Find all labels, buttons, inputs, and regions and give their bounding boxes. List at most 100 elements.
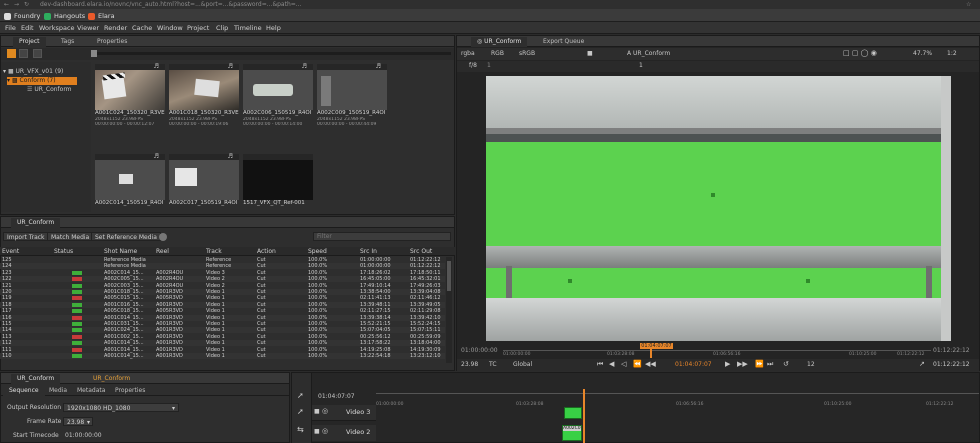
- col-src-out[interactable]: Src Out: [410, 248, 432, 256]
- table-scrollbar[interactable]: [446, 257, 452, 363]
- bookmark-hangouts[interactable]: Hangouts: [44, 11, 85, 21]
- menu-edit[interactable]: Edit: [21, 23, 34, 33]
- menu-workspace[interactable]: Workspace: [39, 23, 75, 33]
- tree-item-project[interactable]: ▾ ■ UR_VFX_v01 (9): [3, 68, 63, 76]
- tc-mode-select[interactable]: TC: [489, 361, 497, 368]
- chevron-down-icon[interactable]: ▾: [7, 77, 10, 84]
- menu-timeline[interactable]: Timeline: [234, 23, 262, 33]
- tab-ur-conform[interactable]: UR_Conform: [11, 218, 61, 228]
- menu-window[interactable]: Window: [157, 23, 183, 33]
- prev-edit-icon[interactable]: ⏪: [633, 360, 642, 368]
- tab-export-queue[interactable]: Export Queue: [537, 37, 590, 47]
- subtab-sequence[interactable]: Sequence: [3, 386, 45, 396]
- tab-tags[interactable]: Tags: [55, 37, 80, 47]
- table-row[interactable]: 113 A001C002_15... A001R3VD Video 1 Cut 100.0…: [0, 334, 445, 340]
- clip-thumb[interactable]: ♬ A002C014_150519_R4OI: [95, 153, 165, 207]
- y-value[interactable]: 1: [639, 62, 643, 69]
- col-shot-name[interactable]: Shot Name: [104, 248, 137, 256]
- col-status[interactable]: Status: [54, 248, 73, 256]
- play-reverse-icon[interactable]: ◁: [621, 360, 626, 368]
- current-timecode[interactable]: 01:04:07:07: [675, 361, 712, 368]
- select-tool-icon[interactable]: ➚: [297, 391, 304, 400]
- bookmark-star-icon[interactable]: ☆: [966, 0, 971, 9]
- table-row[interactable]: 116 A001C014_15... A001R3VD Video 1 Cut 100.0…: [0, 314, 445, 321]
- thumb-size-icon[interactable]: [33, 49, 42, 58]
- timeline-clip[interactable]: [564, 407, 582, 419]
- table-row[interactable]: 111 A001C014_15... A001R3VD Video 1 Cut 100.0…: [0, 347, 445, 353]
- subtab-metadata[interactable]: Metadata: [71, 386, 111, 396]
- back-icon[interactable]: ←: [4, 0, 9, 9]
- table-row[interactable]: 120 A001C018_15... A001R3VD Video 1 Cut 100.0…: [0, 289, 445, 295]
- address-bar[interactable]: ← → ↻ dev-dashboard.elara.io/novnc/vnc_a…: [0, 0, 980, 9]
- table-row[interactable]: 115 A001C031_15... A001R3VD Video 1 Cut 100.0…: [0, 321, 445, 327]
- track-header-video2[interactable]: ■ ◎ Video 2: [312, 425, 376, 441]
- menu-file[interactable]: File: [5, 23, 16, 33]
- timeline-clip[interactable]: A002C0: [562, 425, 582, 441]
- table-row[interactable]: 124 Reference Media Reference Cut 100.0% 01:0…: [0, 263, 445, 270]
- timeline-playhead[interactable]: [583, 389, 586, 443]
- timeline-current-timecode[interactable]: 01:04:07:07: [318, 393, 355, 400]
- slip-tool-icon[interactable]: ⇆: [297, 425, 304, 434]
- colorspace-select[interactable]: RGB: [491, 50, 504, 57]
- tree-item-conform[interactable]: ▾ ▩ Conform (7): [7, 77, 77, 85]
- tab-ur-conform-2[interactable]: UR_Conform: [87, 374, 136, 384]
- clip-thumb[interactable]: ♬ A001C024_150320_R3VE 2048x1152 23.98FP…: [95, 63, 165, 127]
- start-timecode-value[interactable]: 01:00:00:00: [65, 432, 102, 439]
- clip-thumb[interactable]: 1517_VFX_QT_Ref-001: [243, 154, 313, 207]
- table-row[interactable]: 121 A002C003_15... A002R4OU Video 2 Cut 100.0…: [0, 283, 445, 289]
- menu-cache[interactable]: Cache: [132, 23, 152, 33]
- table-row[interactable]: 117 A005C018_15... A005R3VD Video 1 Cut 100.0…: [0, 308, 445, 314]
- zoom-select[interactable]: 47.7%: [913, 50, 932, 57]
- col-track[interactable]: Track: [206, 248, 222, 256]
- tab-properties[interactable]: Properties: [91, 37, 133, 47]
- rewind-icon[interactable]: ◀◀: [645, 360, 656, 368]
- col-action[interactable]: Action: [257, 248, 276, 256]
- clip-thumb[interactable]: ♬ A002C006_150519_R4OI 2048x1152 23.98FP…: [243, 63, 313, 127]
- lock-icon[interactable]: ■: [587, 50, 593, 57]
- table-row[interactable]: 118 A001C016_15... A001R3VD Video 1 Cut 100.0…: [0, 301, 445, 308]
- viewer-image[interactable]: [486, 76, 951, 341]
- subtab-media[interactable]: Media: [43, 386, 73, 396]
- frame-counter[interactable]: 1: [487, 62, 491, 69]
- step-back-icon[interactable]: ⏮: [597, 360, 603, 369]
- grid-view-icon[interactable]: [7, 49, 16, 58]
- tab-viewer-ur-conform[interactable]: ◎ UR_Conform: [471, 37, 528, 47]
- track-visibility-icon[interactable]: ◎: [322, 427, 328, 435]
- col-reel[interactable]: Reel: [156, 248, 169, 256]
- tab-project[interactable]: Project: [13, 37, 46, 47]
- viewer-ruler[interactable]: 01:00:00:00 01:12:22:12 01:00:00:00 01:0…: [457, 343, 979, 359]
- prev-frame-icon[interactable]: ◀: [609, 360, 614, 368]
- list-view-icon[interactable]: [19, 49, 28, 58]
- table-row[interactable]: 114 A001C024_15... A001R3VD Video 1 Cut 100.0…: [0, 327, 445, 334]
- clip-input-select[interactable]: A UR_Conform: [627, 50, 670, 57]
- next-edit-icon[interactable]: ⏩: [755, 360, 764, 368]
- track-visibility-icon[interactable]: ◎: [322, 407, 328, 415]
- col-speed[interactable]: Speed: [308, 248, 327, 256]
- table-row[interactable]: 122 A002C005_15... A002R4OU Video 2 Cut 100.0…: [0, 276, 445, 283]
- fps-select[interactable]: 23.98: [461, 361, 478, 368]
- play-icon[interactable]: ▶: [725, 360, 730, 368]
- bookmark-elara[interactable]: Elara: [88, 11, 115, 21]
- filter-input[interactable]: [313, 232, 451, 241]
- channels-select[interactable]: rgba: [461, 50, 475, 57]
- menu-clip[interactable]: Clip: [216, 23, 228, 33]
- loop-icon[interactable]: ↺: [783, 360, 789, 368]
- track-lock-icon[interactable]: ■: [314, 408, 320, 415]
- tab-ur-conform-1[interactable]: UR_Conform: [11, 374, 61, 384]
- clip-thumb[interactable]: ♬ A002C017_150519_R4OI: [169, 153, 239, 207]
- col-event[interactable]: Event: [2, 248, 19, 256]
- clip-thumb[interactable]: ♬ A002C009_150519_R4OI 2048x1152 23.98FP…: [317, 63, 387, 127]
- tree-item-sequence[interactable]: ☰ UR_Conform: [27, 86, 72, 94]
- overlay-icons[interactable]: □ ▢ ◯ ◉: [843, 49, 877, 57]
- lut-select[interactable]: sRGB: [519, 50, 535, 57]
- table-row[interactable]: 123 A002C014_15... A002R4OU Video 3 Cut 100.0…: [0, 270, 445, 276]
- timeline-ruler[interactable]: 01:00:00:00 01:03:28:08 01:06:56:16 01:1…: [376, 389, 979, 443]
- settings-icon[interactable]: [159, 233, 167, 241]
- step-size[interactable]: 12: [807, 361, 815, 368]
- thumb-size-slider[interactable]: [91, 50, 451, 57]
- col-src-in[interactable]: Src In: [360, 248, 377, 256]
- track-header-video3[interactable]: ■ ◎ Video 3: [312, 405, 376, 421]
- output-resolution-select[interactable]: 1920x1080 HD_1080 ▾: [63, 403, 179, 412]
- ratio-select[interactable]: 1:2: [947, 50, 957, 57]
- menu-viewer[interactable]: Viewer: [77, 23, 99, 33]
